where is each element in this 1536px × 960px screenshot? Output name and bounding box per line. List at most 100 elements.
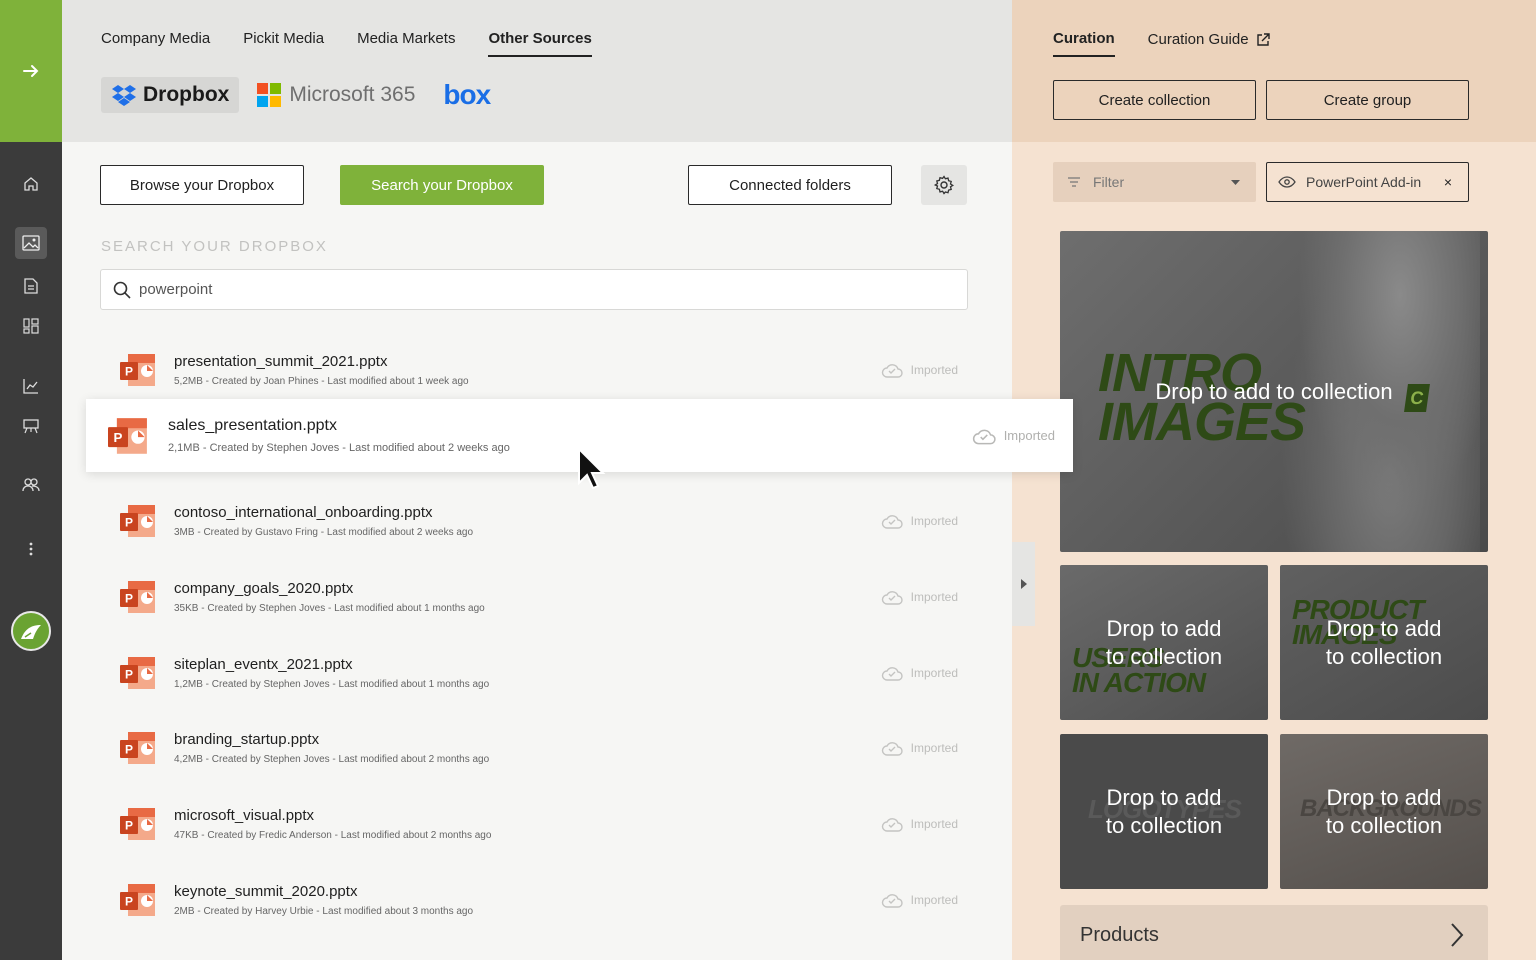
connected-folders-button[interactable]: Connected folders xyxy=(688,165,892,205)
file-row[interactable]: P branding_startup.pptx 4,2MB - Created b… xyxy=(100,717,968,779)
products-group-row[interactable]: Products xyxy=(1060,905,1488,960)
section-label: SEARCH YOUR DROPBOX xyxy=(101,238,328,255)
image-icon[interactable] xyxy=(15,227,47,259)
provider-microsoft-365[interactable]: Microsoft 365 xyxy=(247,77,425,113)
svg-text:P: P xyxy=(125,743,133,757)
import-status: Imported xyxy=(881,717,958,779)
microsoft-icon xyxy=(257,83,282,107)
file-meta: 2,1MB - Created by Stephen Joves - Last … xyxy=(168,442,510,454)
file-row[interactable]: P keynote_summit_2020.pptx 2MB - Created … xyxy=(100,869,968,931)
dropbox-icon xyxy=(112,85,136,106)
file-name: presentation_summit_2021.pptx xyxy=(174,353,388,370)
presentation-icon[interactable] xyxy=(15,410,47,442)
cloud-check-icon xyxy=(972,429,996,444)
cloud-check-icon xyxy=(881,894,903,908)
settings-button[interactable] xyxy=(921,165,967,205)
arrow-right-icon xyxy=(23,65,39,77)
box-label: box xyxy=(443,79,491,110)
drop-hint-text: Drop to add to collection xyxy=(1325,615,1443,669)
search-icon xyxy=(113,281,131,299)
collection-drop-tile[interactable]: BACKGROUNDS Drop to add to collection xyxy=(1280,734,1488,889)
tile-badge: C xyxy=(1404,384,1430,412)
provider-list: Dropbox Microsoft 365 box xyxy=(101,77,508,113)
powerpoint-file-icon: P xyxy=(120,354,155,386)
file-name: company_goals_2020.pptx xyxy=(174,580,354,597)
tab-media-markets[interactable]: Media Markets xyxy=(357,30,455,57)
import-status: Imported xyxy=(881,490,958,552)
file-meta: 4,2MB - Created by Stephen Joves - Last … xyxy=(174,754,490,765)
remove-chip-button[interactable]: × xyxy=(1444,174,1452,190)
filter-icon xyxy=(1068,177,1080,187)
layout-icon[interactable] xyxy=(15,310,47,342)
file-row[interactable]: P presentation_summit_2021.pptx 5,2MB - C… xyxy=(100,339,968,401)
filter-chip: PowerPoint Add-in × xyxy=(1266,162,1469,202)
cloud-check-icon xyxy=(881,515,903,529)
provider-dropbox[interactable]: Dropbox xyxy=(101,77,240,113)
eye-icon xyxy=(1278,176,1296,188)
filter-dropdown[interactable]: Filter xyxy=(1053,162,1256,202)
file-row[interactable]: P contoso_international_onboarding.pptx 3… xyxy=(100,490,968,552)
import-status: Imported xyxy=(881,339,958,401)
chart-icon[interactable] xyxy=(15,370,47,402)
powerpoint-file-icon: P xyxy=(120,581,155,613)
provider-box[interactable]: box xyxy=(433,77,500,113)
microsoft-label: Microsoft 365 xyxy=(289,83,416,106)
collapse-panel-button[interactable] xyxy=(1012,542,1035,626)
source-main-panel: Browse your Dropbox Search your Dropbox … xyxy=(62,142,1012,960)
more-vertical-icon[interactable] xyxy=(15,533,47,565)
cloud-check-icon xyxy=(881,742,903,756)
document-icon[interactable] xyxy=(15,270,47,302)
powerpoint-file-icon: P xyxy=(120,808,155,840)
users-icon[interactable] xyxy=(15,469,47,501)
file-row[interactable]: P microsoft_visual.pptx 47KB - Created by… xyxy=(100,793,968,855)
file-name: sales_presentation.pptx xyxy=(168,417,337,434)
chevron-right-icon xyxy=(1451,923,1464,947)
curation-tabs: Curation Curation Guide xyxy=(1053,30,1270,57)
powerpoint-file-icon: P xyxy=(120,884,155,916)
browse-dropbox-button[interactable]: Browse your Dropbox xyxy=(100,165,304,205)
powerpoint-file-icon: P xyxy=(120,505,155,537)
file-row[interactable]: P company_goals_2020.pptx 35KB - Created … xyxy=(100,566,968,628)
file-name: keynote_summit_2020.pptx xyxy=(174,883,358,900)
cloud-check-icon xyxy=(881,591,903,605)
svg-text:P: P xyxy=(125,668,133,682)
svg-text:P: P xyxy=(114,430,123,445)
file-name: siteplan_eventx_2021.pptx xyxy=(174,656,353,673)
curation-header: Curation Curation Guide Create collectio… xyxy=(1012,0,1536,142)
file-meta: 35KB - Created by Stephen Joves - Last m… xyxy=(174,603,485,614)
collection-drop-tile[interactable]: INTRO IMAGES C Drop to add to collection xyxy=(1060,231,1488,552)
tab-curation-guide[interactable]: Curation Guide xyxy=(1148,31,1270,56)
file-row[interactable]: P siteplan_eventx_2021.pptx 1,2MB - Creat… xyxy=(100,642,968,704)
cloud-check-icon xyxy=(881,818,903,832)
search-dropbox-button[interactable]: Search your Dropbox xyxy=(340,165,544,205)
create-collection-button[interactable]: Create collection xyxy=(1053,80,1256,120)
home-icon[interactable] xyxy=(15,168,47,200)
drop-hint-text: Drop to add to collection xyxy=(1325,784,1443,838)
tab-company-media[interactable]: Company Media xyxy=(101,30,210,57)
import-status: Imported xyxy=(881,793,958,855)
collection-drop-tile[interactable]: PRODUCT IMAGES Drop to add to collection xyxy=(1280,565,1488,720)
drop-hint-text: Drop to add to collection xyxy=(1105,615,1223,669)
search-input[interactable] xyxy=(139,281,839,298)
svg-text:P: P xyxy=(125,895,133,909)
import-status: Imported xyxy=(881,869,958,931)
source-header: Company Media Pickit Media Media Markets… xyxy=(62,0,1012,142)
caret-down-icon xyxy=(1231,179,1240,185)
gear-icon xyxy=(934,175,954,195)
dropbox-label: Dropbox xyxy=(143,83,230,106)
create-group-button[interactable]: Create group xyxy=(1266,80,1469,120)
caret-right-icon xyxy=(1020,579,1027,589)
tab-other-sources[interactable]: Other Sources xyxy=(488,30,592,57)
tab-curation[interactable]: Curation xyxy=(1053,30,1115,57)
collection-drop-tile[interactable]: USERS IN ACTION Drop to add to collection xyxy=(1060,565,1268,720)
file-meta: 2MB - Created by Harvey Urbie - Last mod… xyxy=(174,906,474,917)
expand-rail-button[interactable] xyxy=(0,0,62,142)
tab-pickit-media[interactable]: Pickit Media xyxy=(243,30,324,57)
file-name: contoso_international_onboarding.pptx xyxy=(174,504,433,521)
curation-panel: Filter PowerPoint Add-in × INTRO IMAGES C… xyxy=(1012,142,1536,960)
svg-text:P: P xyxy=(125,365,133,379)
external-link-icon xyxy=(1256,32,1270,46)
svg-text:P: P xyxy=(125,819,133,833)
avatar[interactable] xyxy=(11,611,51,651)
collection-drop-tile[interactable]: LOGOTYPES Drop to add to collection xyxy=(1060,734,1268,889)
